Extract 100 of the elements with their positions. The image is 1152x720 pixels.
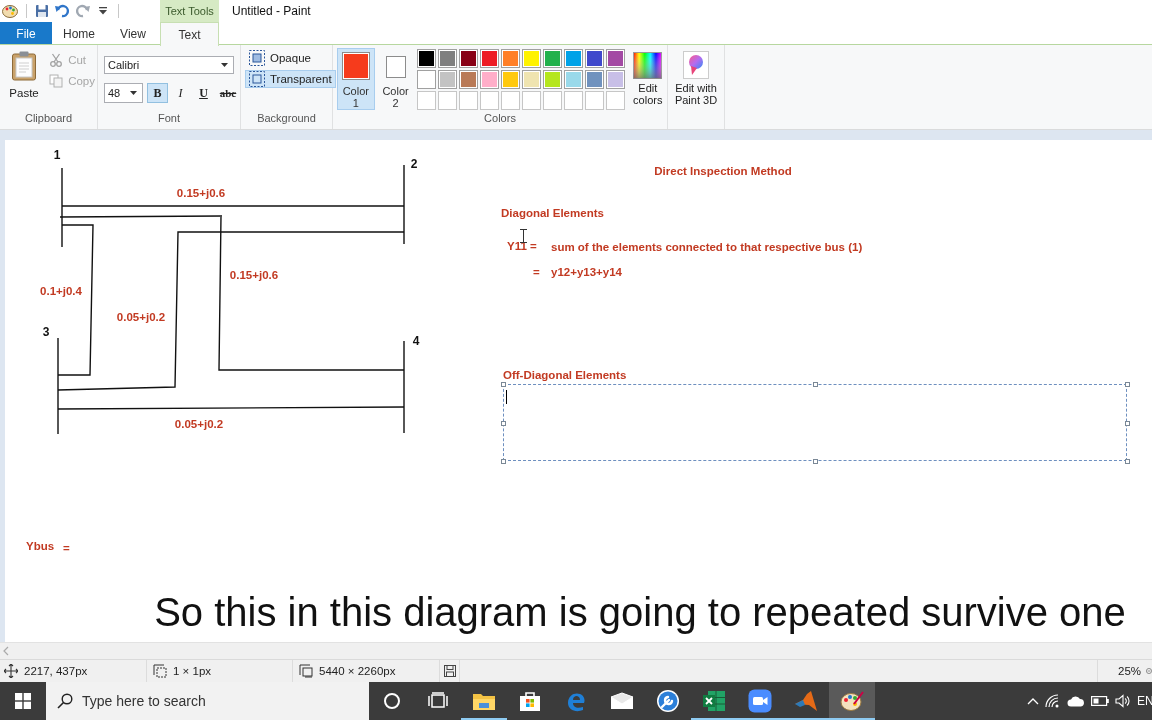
taskbar-search-field[interactable]: Type here to search [46, 682, 369, 720]
resize-handle-icon[interactable] [1125, 420, 1130, 426]
edit-colors-button[interactable]: Edit colors [628, 48, 667, 106]
strike-button[interactable]: abc [216, 83, 240, 103]
color-swatch-icon[interactable] [563, 70, 583, 89]
bus-number: 1 [53, 148, 61, 162]
text-caret-icon [506, 390, 507, 404]
customize-caret-icon[interactable] [99, 7, 107, 15]
color-swatch-icon[interactable] [584, 70, 604, 89]
color-swatch-icon[interactable] [416, 70, 436, 89]
canvas-text: Y11 = [507, 239, 537, 254]
background-option[interactable]: Opaque [245, 49, 315, 67]
paste-button[interactable]: Paste [5, 48, 44, 103]
image-size: 5440 × 2260px [319, 665, 396, 677]
task-view-icon [428, 692, 448, 710]
bus-number: 2 [410, 157, 418, 171]
dashed-box-icon [249, 50, 265, 66]
canvas-text: = [533, 265, 540, 280]
ribbon-tab[interactable]: View [106, 22, 160, 45]
wrench-icon [656, 689, 680, 713]
envelope-icon [610, 692, 634, 710]
resize-handle-icon[interactable] [501, 382, 506, 387]
search-icon [57, 693, 73, 709]
image-size-icon [299, 664, 313, 678]
peak-surface-icon [794, 690, 818, 712]
color-swatch-icon[interactable] [542, 70, 562, 89]
resize-handle-icon[interactable] [1125, 459, 1130, 464]
font-size-dropdown[interactable]: 48 [104, 83, 143, 103]
color-swatch-icon[interactable] [458, 70, 478, 89]
canvas-text: Diagonal Elements [501, 206, 604, 221]
shopping-bag-icon [519, 690, 541, 712]
bus-number: 4 [412, 334, 420, 348]
color-swatch-icon[interactable] [542, 49, 562, 68]
cursor-position: 2217, 437px [24, 665, 88, 677]
resize-handle-icon[interactable] [813, 382, 818, 387]
save-icon[interactable] [35, 4, 49, 18]
impedance-label: 0.05+j0.2 [174, 417, 224, 432]
circle-icon [383, 692, 401, 710]
color-swatch-icon[interactable] [500, 70, 520, 89]
paint-palette-icon[interactable] [2, 3, 18, 19]
color-swatch-icon[interactable] [437, 49, 457, 68]
font-family-dropdown[interactable]: Calibri [104, 56, 234, 74]
wifi-icon[interactable] [1045, 694, 1061, 708]
paint-3d-button[interactable]: Edit with Paint 3D [669, 51, 723, 129]
color-swatch-icon[interactable] [479, 70, 499, 89]
window-title: Untitled - Paint [232, 4, 311, 18]
ribbon-tab[interactable]: File [0, 22, 52, 45]
video-camera-icon [748, 689, 772, 713]
color-swatch-icon[interactable] [605, 70, 625, 89]
background-option[interactable]: Transparent [245, 70, 336, 88]
group-label: Font [157, 111, 181, 126]
clipboard-icon [11, 51, 38, 81]
redo-icon[interactable] [75, 3, 91, 19]
zoom-out-icon[interactable] [1146, 666, 1152, 676]
battery-icon[interactable] [1091, 696, 1109, 706]
group-label: Colors [483, 111, 517, 126]
color-swatch-icon[interactable] [605, 49, 625, 68]
undo-icon[interactable] [54, 3, 70, 19]
italic-button[interactable]: I [170, 83, 191, 103]
text-cursor-icon [520, 229, 527, 243]
color-swatch-icon[interactable] [584, 49, 604, 68]
spreadsheet-icon [702, 690, 726, 712]
color-swatch-icon[interactable] [500, 49, 520, 68]
resize-handle-icon[interactable] [501, 420, 506, 426]
taskbar-app-button[interactable] [829, 682, 875, 720]
canvas-text: y12+y13+y14 [551, 265, 622, 280]
color-swatch-icon[interactable] [479, 49, 499, 68]
drawing-canvas[interactable] [5, 140, 1152, 642]
windows-logo-icon [15, 693, 31, 709]
input-language[interactable]: EN [1137, 694, 1152, 708]
resize-handle-icon[interactable] [813, 459, 818, 464]
resize-handle-icon[interactable] [501, 459, 506, 464]
color-swatch-icon[interactable] [563, 49, 583, 68]
color-spectrum-icon [633, 52, 663, 79]
canvas-text: Off-Diagonal Elements [503, 368, 627, 383]
speaker-icon[interactable] [1115, 694, 1131, 708]
paint-palette-icon [840, 690, 864, 712]
caret-icon [130, 91, 137, 95]
selection-size: 1 × 1px [173, 665, 212, 677]
color-swatch-icon[interactable] [416, 49, 436, 68]
color-slot-button[interactable]: Color 1 [337, 48, 375, 110]
zoom-level: 25% [1118, 665, 1142, 677]
folder-icon [472, 691, 496, 711]
resize-handle-icon[interactable] [1125, 382, 1130, 387]
underline-button[interactable]: U [193, 83, 214, 103]
contextual-tab-header: Text Tools [160, 0, 219, 22]
impedance-label: 0.05+j0.2 [116, 310, 166, 325]
bold-button[interactable]: B [147, 83, 168, 103]
ribbon-tab[interactable]: Text [160, 22, 219, 46]
color-slot-button[interactable]: Color 2 [378, 48, 413, 110]
copy-icon [49, 73, 64, 88]
ribbon-tab[interactable]: Home [52, 22, 106, 45]
color-swatch-icon[interactable] [521, 70, 541, 89]
color-swatch-icon[interactable] [458, 49, 478, 68]
video-caption: So this in this diagram is going to repeated survive one [154, 590, 1126, 634]
canvas-text: = [63, 541, 70, 556]
cloud-icon[interactable] [1067, 695, 1085, 707]
color-swatch-icon[interactable] [521, 49, 541, 68]
chevron-up-icon[interactable] [1027, 697, 1039, 705]
color-swatch-icon[interactable] [437, 70, 457, 89]
